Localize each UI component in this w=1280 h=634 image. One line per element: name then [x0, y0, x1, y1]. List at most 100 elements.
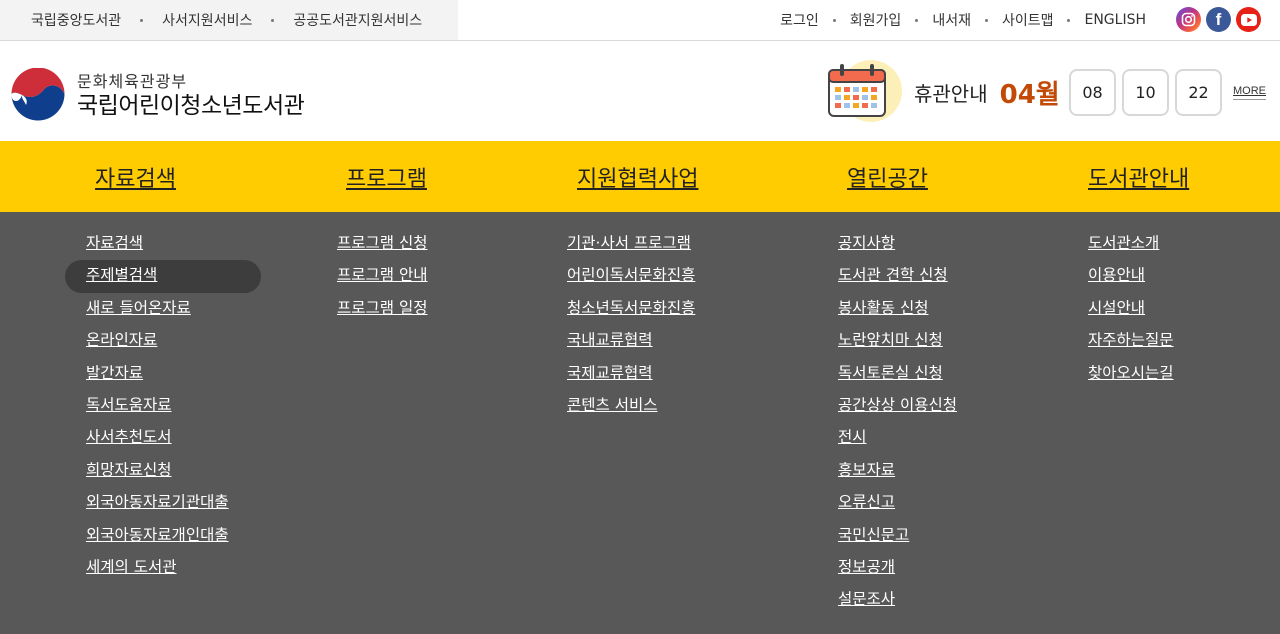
submenu-item-label: 독서도움자료: [86, 395, 172, 414]
sitemap-link[interactable]: 사이트맵: [1002, 10, 1054, 30]
nav-item-library-guide[interactable]: 도서관안내: [1088, 141, 1189, 212]
submenu-item-label: 봉사활동 신청: [838, 298, 929, 317]
nav-item-cooperation[interactable]: 지원협력사업: [577, 141, 698, 212]
submenu-item-label: 찾아오시는길: [1088, 363, 1174, 382]
submenu-item[interactable]: 외국아동자료기관대출: [86, 489, 229, 521]
submenu-item-label: 정보공개: [838, 557, 896, 576]
login-link[interactable]: 로그인: [780, 10, 819, 30]
submenu-item[interactable]: 기관·사서 프로그램: [567, 230, 695, 262]
submenu-item[interactable]: 주제별검색: [65, 260, 261, 294]
submenu-item[interactable]: 사서추천도서: [86, 424, 229, 456]
submenu-item-label: 사서추천도서: [86, 428, 172, 447]
submenu-item[interactable]: 노란앞치마 신청: [838, 327, 957, 359]
separator-dot: [832, 18, 836, 22]
submenu-item[interactable]: 온라인자료: [86, 327, 229, 359]
submenu-item[interactable]: 세계의 도서관: [86, 554, 229, 586]
nav-item-program[interactable]: 프로그램: [346, 141, 427, 212]
separator-dot: [915, 18, 919, 22]
submenu-item[interactable]: 국내교류협력: [567, 327, 695, 359]
government-emblem-icon: [10, 67, 66, 128]
submenu-item[interactable]: 시설안내: [1088, 295, 1174, 327]
closed-day: 22: [1175, 69, 1222, 116]
submenu-item-label: 도서관 견학 신청: [838, 266, 948, 285]
submenu-item-label: 세계의 도서관: [86, 557, 177, 576]
closed-day: 10: [1122, 69, 1169, 116]
submenu-item[interactable]: 독서토론실 신청: [838, 360, 957, 392]
submenu-item-label: 새로 들어온자료: [86, 298, 191, 317]
submenu-open-space: 공지사항도서관 견학 신청봉사활동 신청노란앞치마 신청독서토론실 신청공간상상…: [838, 230, 957, 619]
submenu-item[interactable]: 공지사항: [838, 230, 957, 262]
submenu-item-label: 기관·사서 프로그램: [567, 234, 691, 252]
submenu-item[interactable]: 프로그램 일정: [337, 295, 428, 327]
submenu-item-label: 도서관소개: [1088, 234, 1160, 252]
submenu-item-label: 독서토론실 신청: [838, 363, 943, 382]
submenu-item-label: 노란앞치마 신청: [838, 331, 943, 350]
nav-item-search[interactable]: 자료검색: [95, 141, 176, 212]
submenu-item[interactable]: 어린이독서문화진흥: [567, 262, 695, 294]
submenu-item[interactable]: 국민신문고: [838, 522, 957, 554]
submenu-item-label: 자주하는질문: [1088, 331, 1174, 350]
closed-month: 04월: [999, 79, 1060, 110]
submenu-item[interactable]: 전시: [838, 424, 957, 456]
submenu-item[interactable]: 국제교류협력: [567, 360, 695, 392]
closed-days-more-link[interactable]: MORE: [1233, 85, 1266, 100]
submenu-item[interactable]: 자료검색: [86, 230, 229, 262]
closed-days-notice: 휴관안내 04월: [826, 60, 1060, 124]
closed-days-label: 휴관안내: [914, 81, 988, 106]
closed-day-list: 08 10 22: [1069, 69, 1222, 116]
submenu-item-label: 시설안내: [1088, 298, 1146, 317]
submenu-item[interactable]: 독서도움자료: [86, 392, 229, 424]
family-link-librarian-service[interactable]: 사서지원서비스: [162, 10, 252, 30]
submenu-item[interactable]: 청소년독서문화진흥: [567, 295, 695, 327]
instagram-icon[interactable]: [1176, 7, 1201, 32]
youtube-icon[interactable]: [1236, 7, 1261, 32]
submenu-item[interactable]: 정보공개: [838, 554, 957, 586]
submenu-item[interactable]: 외국아동자료개인대출: [86, 522, 229, 554]
submenu-item-label: 어린이독서문화진흥: [567, 266, 696, 285]
submenu-item-label: 전시: [838, 428, 867, 447]
closed-day: 08: [1069, 69, 1116, 116]
submenu-item-label: 프로그램 안내: [337, 266, 428, 285]
submenu-item-label: 국제교류협력: [567, 363, 653, 382]
submenu-item[interactable]: 자주하는질문: [1088, 327, 1174, 359]
facebook-icon[interactable]: f: [1206, 7, 1231, 32]
family-site-links: 국립중앙도서관 사서지원서비스 공공도서관지원서비스: [0, 0, 458, 40]
submenu-item[interactable]: 설문조사: [838, 586, 957, 618]
sns-links: f: [1176, 7, 1261, 32]
nav-item-open-space[interactable]: 열린공간: [847, 141, 928, 212]
submenu-item[interactable]: 이용안내: [1088, 262, 1174, 294]
signup-link[interactable]: 회원가입: [850, 10, 902, 30]
my-library-link[interactable]: 내서재: [932, 10, 971, 30]
separator-dot: [271, 18, 275, 22]
submenu-item[interactable]: 희망자료신청: [86, 457, 229, 489]
submenu-search: 자료검색 주제별검색새로 들어온자료온라인자료발간자료독서도움자료사서추천도서희망…: [65, 230, 261, 586]
separator-dot: [1067, 18, 1071, 22]
library-name: 국립어린이청소년도서관: [77, 93, 305, 119]
submenu-item[interactable]: 발간자료: [86, 360, 229, 392]
submenu-item[interactable]: 도서관 견학 신청: [838, 262, 957, 294]
submenu-item[interactable]: 홍보자료: [838, 457, 957, 489]
submenu-item-label: 이용안내: [1088, 266, 1146, 285]
family-link-public-library-service[interactable]: 공공도서관지원서비스: [293, 10, 422, 30]
submenu-item[interactable]: 프로그램 안내: [337, 262, 428, 294]
submenu-item[interactable]: 오류신고: [838, 489, 957, 521]
submenu-item-label: 오류신고: [838, 493, 896, 512]
submenu-item[interactable]: 도서관소개: [1088, 230, 1174, 262]
submenu-item-label: 국민신문고: [838, 525, 910, 544]
submenu-item[interactable]: 콘텐츠 서비스: [567, 392, 695, 424]
submenu-item[interactable]: 찾아오시는길: [1088, 360, 1174, 392]
submenu-cooperation: 기관·사서 프로그램어린이독서문화진흥청소년독서문화진흥 국내교류협력국제교류협력…: [567, 230, 695, 424]
english-link[interactable]: ENGLISH: [1084, 12, 1146, 28]
mega-menu-panel: 자료검색 주제별검색새로 들어온자료온라인자료발간자료독서도움자료사서추천도서희망…: [0, 212, 1280, 634]
submenu-item[interactable]: 공간상상 이용신청: [838, 392, 957, 424]
calendar-icon: [826, 60, 904, 124]
submenu-item-label: 홍보자료: [838, 460, 896, 479]
family-link-national-library[interactable]: 국립중앙도서관: [31, 10, 121, 30]
top-utility-bar: 국립중앙도서관 사서지원서비스 공공도서관지원서비스 로그인 회원가입 내서재 …: [0, 0, 1280, 41]
submenu-item[interactable]: 프로그램 신청: [337, 230, 428, 262]
submenu-item-label: 온라인자료: [86, 331, 158, 350]
submenu-item[interactable]: 봉사활동 신청: [838, 295, 957, 327]
submenu-item[interactable]: 새로 들어온자료: [86, 295, 229, 327]
submenu-item-label: 프로그램 일정: [337, 298, 428, 317]
submenu-program: 프로그램 신청프로그램 안내프로그램 일정: [337, 230, 428, 327]
